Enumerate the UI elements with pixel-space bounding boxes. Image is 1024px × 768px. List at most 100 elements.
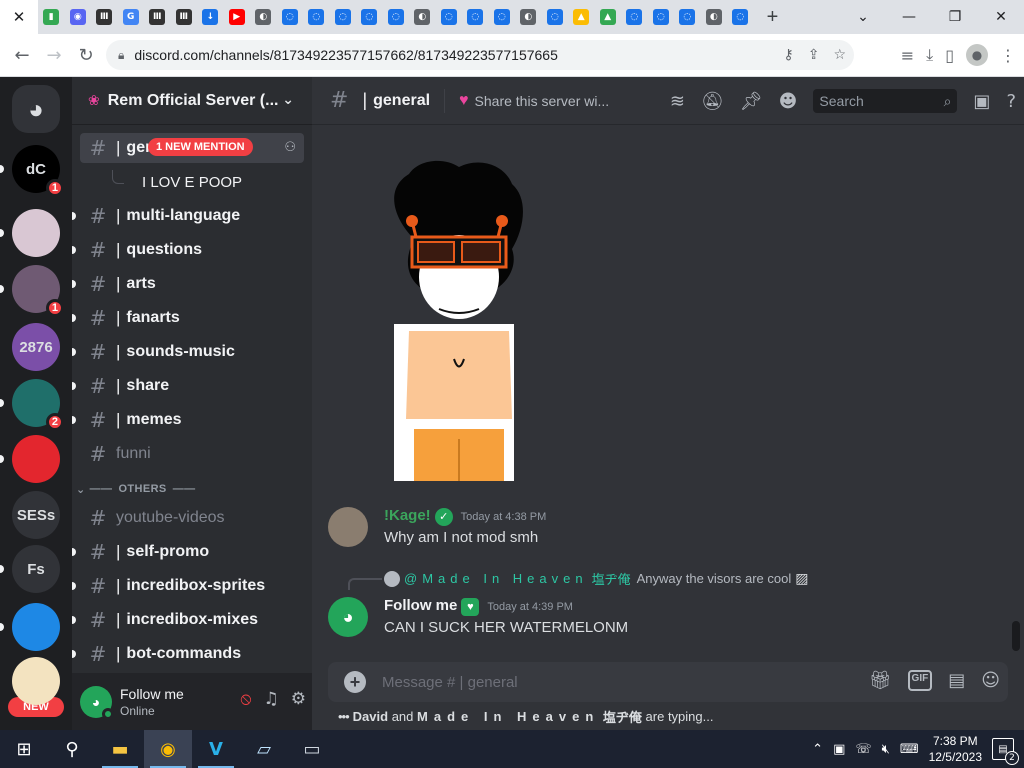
browser-tab[interactable]: ◉ <box>65 0 92 34</box>
minimize-button[interactable]: — <box>886 0 932 34</box>
help-icon[interactable]: ? <box>1006 91 1016 112</box>
channel-item-memes[interactable]: # | memes <box>72 405 304 435</box>
guild-anime-icon[interactable] <box>12 209 60 257</box>
menu-kebab-icon[interactable]: ⋮ <box>1000 46 1016 65</box>
pinned-messages-icon[interactable]: 📌︎ <box>740 91 763 112</box>
channel-item-questions[interactable]: # | questions <box>72 235 304 265</box>
guild-sess-icon[interactable]: SESs <box>12 491 60 539</box>
downloads-icon[interactable]: ⤓ <box>926 45 933 65</box>
reply-preview[interactable]: @Made In Heaven 塩ヂ俺 Anyway the visors ar… <box>384 569 808 588</box>
channel-item-bot-commands[interactable]: # | bot-commands <box>72 639 304 669</box>
message-author[interactable]: Follow me <box>384 597 457 614</box>
channel-item-share[interactable]: # | share <box>72 371 304 401</box>
tab-close-icon[interactable]: ✕ <box>0 0 38 34</box>
settings-gear-icon[interactable]: ⚙ <box>291 689 306 709</box>
gif-icon[interactable]: GIF <box>907 670 933 691</box>
create-invite-icon[interactable]: ⚇ <box>284 139 296 155</box>
browser-tab[interactable]: ◐ <box>250 0 277 34</box>
clock[interactable]: 7:38 PM 12/5/2023 <box>929 733 982 765</box>
forward-button[interactable]: → <box>38 39 70 71</box>
browser-tab[interactable]: ◌ <box>648 0 675 34</box>
browser-tab[interactable]: ◐ <box>701 0 728 34</box>
tray-wifi-icon[interactable]: ☏ <box>855 742 871 757</box>
guild-fs-icon[interactable]: Fs <box>12 545 60 593</box>
file-explorer-icon[interactable]: ▬ <box>96 730 144 768</box>
back-button[interactable]: ← <box>6 39 38 71</box>
key-icon[interactable]: ⚷ <box>783 47 793 63</box>
channel-item-multi-language[interactable]: # | multi-language <box>72 201 304 231</box>
bookmark-star-icon[interactable]: ☆ <box>833 47 846 63</box>
headphones-icon[interactable]: ♫ <box>264 689 279 709</box>
browser-tab[interactable]: ▲ <box>595 0 622 34</box>
reading-list-icon[interactable]: ≡ <box>901 46 914 65</box>
thread-item[interactable]: I LOV E POOP <box>112 167 302 197</box>
notepad-app-icon[interactable]: ▱ <box>240 730 288 768</box>
inbox-icon[interactable]: ▣ <box>973 91 990 112</box>
guild-rem-icon[interactable]: 1 <box>12 265 64 317</box>
user-name[interactable]: Follow me <box>120 686 184 702</box>
channel-item-funni[interactable]: #|funni <box>80 439 304 469</box>
category-others[interactable]: ⌄ —— OTHERS —— <box>76 479 196 499</box>
tray-network-icon[interactable]: ▣ <box>833 742 845 757</box>
guild-teal-icon[interactable]: 2 <box>12 379 64 431</box>
browser-tab[interactable]: ◌ <box>303 0 330 34</box>
channel-item-fanarts[interactable]: # | fanarts <box>72 303 304 333</box>
share-icon[interactable]: ⇪ <box>808 47 820 63</box>
notification-bell-muted-icon[interactable]: 🔕︎ <box>701 91 724 112</box>
address-bar[interactable]: 🔒︎ discord.com/channels/8173492235771576… <box>106 40 854 70</box>
notification-center-icon[interactable]: ▤ 2 <box>992 738 1019 765</box>
add-attachment-icon[interactable]: + <box>344 671 366 693</box>
browser-tab[interactable]: ◌ <box>462 0 489 34</box>
tab-search-icon[interactable]: ⌄ <box>840 0 886 34</box>
image-attachment[interactable] <box>384 159 534 481</box>
mic-muted-icon[interactable]: ⦸ <box>240 689 251 709</box>
search-icon[interactable]: ⚲ <box>48 730 96 768</box>
message-composer[interactable]: + Message # | general 🎁︎ GIF ▤ ☺ <box>328 662 1008 702</box>
tray-keyboard-icon[interactable]: ⌨ <box>900 742 919 757</box>
new-mention-pill[interactable]: 1 NEW MENTION <box>148 138 253 156</box>
gift-icon[interactable]: 🎁︎ <box>869 670 892 691</box>
browser-tab[interactable]: G <box>118 0 145 34</box>
channel-item-sounds-music[interactable]: # | sounds-music <box>72 337 304 367</box>
browser-tab[interactable]: ◌ <box>356 0 383 34</box>
message-avatar[interactable]: ◕ <box>328 597 368 637</box>
reload-button[interactable]: ↻ <box>70 39 102 71</box>
maximize-button[interactable]: ❐ <box>932 0 978 34</box>
new-tab-button[interactable]: + <box>758 0 788 34</box>
browser-tab[interactable]: Ⅲ <box>91 0 118 34</box>
guild-dc-icon[interactable]: dC 1 <box>12 145 64 197</box>
channel-item-self-promo[interactable]: # | self-promo <box>72 537 304 567</box>
browser-tab[interactable]: ◌ <box>489 0 516 34</box>
channel-item-general[interactable]: #|general1 NEW MENTION⚇ <box>80 133 304 163</box>
channel-item-arts[interactable]: # | arts <box>72 269 304 299</box>
browser-tab[interactable]: ◌ <box>674 0 701 34</box>
discord-home-icon[interactable]: ◕ <box>12 85 60 133</box>
reply-author[interactable]: @Made In Heaven <box>404 571 588 586</box>
server-header[interactable]: ❀ Rem Official Server (... ⌄ <box>72 77 312 125</box>
profile-avatar-icon[interactable]: ● <box>966 44 988 66</box>
sticker-icon[interactable]: ▤ <box>948 670 965 691</box>
vegas-app-icon[interactable]: V <box>192 730 240 768</box>
guild-blue-icon[interactable] <box>12 603 60 651</box>
threads-icon[interactable]: ≋ <box>670 91 685 112</box>
browser-tab[interactable]: ▲ <box>568 0 595 34</box>
browser-tab[interactable]: ▮ <box>38 0 65 34</box>
browser-tab[interactable]: ◐ <box>409 0 436 34</box>
channel-item-youtube-videos[interactable]: #|youtube-videos <box>80 503 304 533</box>
browser-tab[interactable]: Ⅲ <box>171 0 198 34</box>
chevron-down-icon[interactable]: ⌄ <box>282 91 294 108</box>
windows-start-icon[interactable]: ⊞ <box>0 730 48 768</box>
browser-tab[interactable]: ◌ <box>277 0 304 34</box>
channel-item-incredibox-sprites[interactable]: # | incredibox-sprites <box>72 571 304 601</box>
channel-item-incredibox-mixes[interactable]: # | incredibox-mixes <box>72 605 304 635</box>
show-hidden-icons-chevron-icon[interactable]: ⌃ <box>812 742 823 757</box>
remote-app-icon[interactable]: ▭ <box>288 730 336 768</box>
browser-tab[interactable]: ◌ <box>436 0 463 34</box>
scrollbar[interactable] <box>1012 621 1020 651</box>
user-avatar[interactable]: ◕ <box>80 685 114 720</box>
search-input[interactable]: Search ⌕ <box>813 89 958 113</box>
tray-volume-muted-icon[interactable]: 🔇︎ <box>882 742 890 757</box>
browser-tab[interactable]: ↓ <box>197 0 224 34</box>
browser-tab[interactable]: ◌ <box>542 0 569 34</box>
browser-tab[interactable]: ◐ <box>515 0 542 34</box>
